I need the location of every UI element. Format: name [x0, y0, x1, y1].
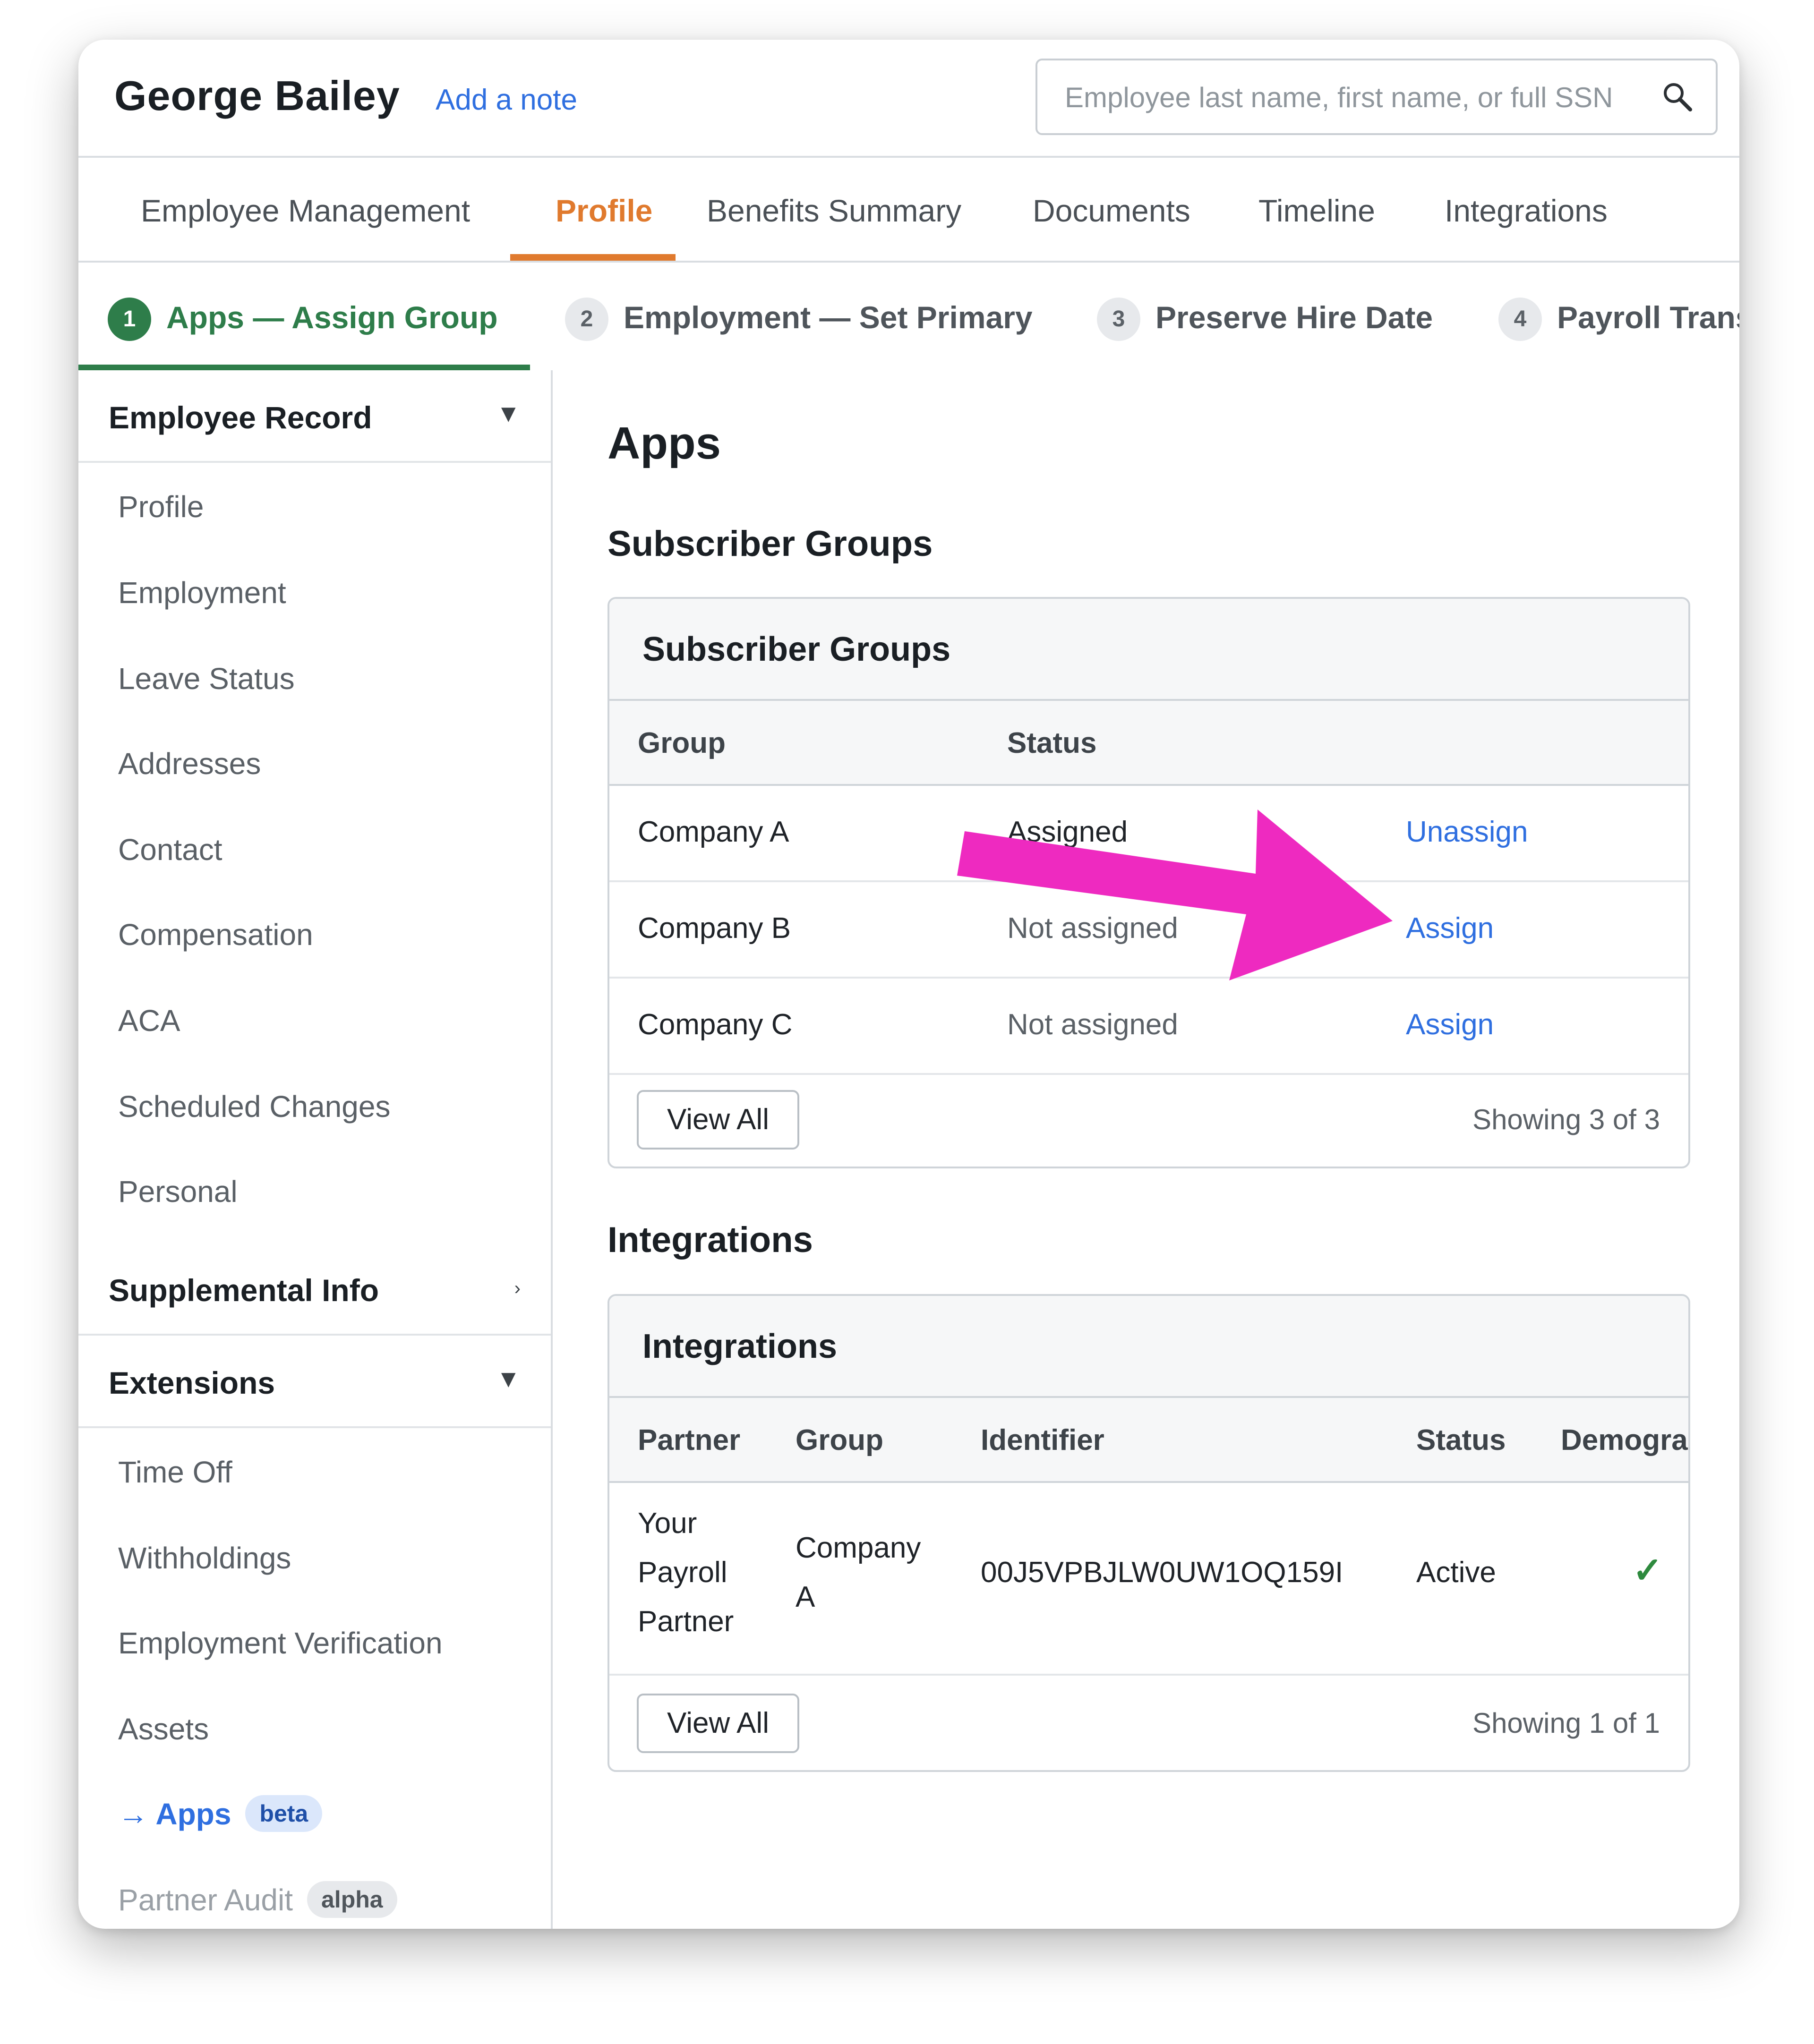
- annotation-arrow-icon: [957, 809, 1393, 980]
- app-window: George Bailey Add a note Employee last n…: [78, 40, 1739, 1929]
